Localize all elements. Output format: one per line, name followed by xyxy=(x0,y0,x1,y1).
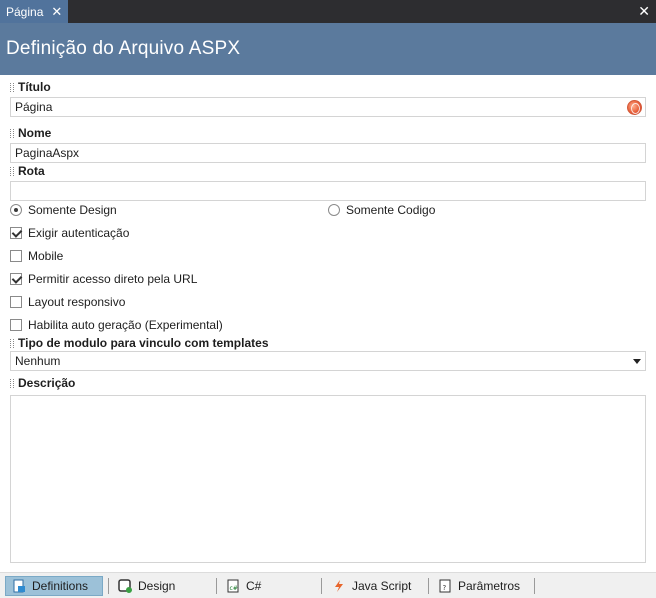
radio-button[interactable] xyxy=(328,204,340,216)
module-type-selected: Nenhum xyxy=(15,354,61,368)
nome-input[interactable] xyxy=(10,143,646,163)
tab-csharp[interactable]: c# C# xyxy=(220,576,320,596)
tab-definitions[interactable]: Definitions xyxy=(5,576,103,596)
titulo-label: Título xyxy=(10,80,51,94)
checkbox-label: Mobile xyxy=(28,249,64,263)
document-tab[interactable]: Página ✕ xyxy=(0,0,68,23)
checkbox-label: Permitir acesso direto pela URL xyxy=(28,272,198,286)
javascript-icon xyxy=(332,579,346,593)
close-icon[interactable]: ✕ xyxy=(51,5,62,18)
tab-separator xyxy=(321,578,322,594)
descricao-label: Descrição xyxy=(10,376,75,390)
checkbox[interactable] xyxy=(10,250,22,262)
tab-separator xyxy=(428,578,429,594)
nome-label-text: Nome xyxy=(18,126,52,140)
globe-icon[interactable] xyxy=(627,100,642,115)
tab-separator xyxy=(108,578,109,594)
tab-label: Parâmetros xyxy=(458,579,521,593)
checkbox-exigir-autenticacao[interactable]: Exigir autenticação xyxy=(10,225,129,241)
radio-somente-codigo[interactable]: Somente Codigo xyxy=(328,202,435,218)
checkbox-mobile[interactable]: Mobile xyxy=(10,248,63,264)
document-tab-strip: Página ✕ ✕ xyxy=(0,0,656,23)
checkbox-label: Layout responsivo xyxy=(28,295,126,309)
module-type-label: Tipo de modulo para vinculo com template… xyxy=(10,336,269,350)
expand-marker-icon xyxy=(10,82,14,92)
module-type-label-text: Tipo de modulo para vinculo com template… xyxy=(18,336,269,350)
svg-text:c#: c# xyxy=(230,585,238,592)
checkbox-label: Habilita auto geração (Experimental) xyxy=(28,318,223,332)
tab-label: C# xyxy=(246,579,262,593)
rota-label: Rota xyxy=(10,164,45,178)
tab-design[interactable]: Design xyxy=(112,576,212,596)
checkbox[interactable] xyxy=(10,296,22,308)
rota-label-text: Rota xyxy=(18,164,45,178)
close-window-icon[interactable]: ✕ xyxy=(638,3,650,19)
titulo-label-text: Título xyxy=(18,80,51,94)
document-tab-label: Página xyxy=(6,4,44,19)
checkbox-acesso-direto-url[interactable]: Permitir acesso direto pela URL xyxy=(10,271,197,287)
tab-parametros[interactable]: ? Parâmetros xyxy=(432,576,532,596)
tab-label: Design xyxy=(138,579,176,593)
checkbox[interactable] xyxy=(10,227,22,239)
tab-label: Java Script xyxy=(352,579,412,593)
checkbox[interactable] xyxy=(10,319,22,331)
chevron-down-icon[interactable] xyxy=(633,359,641,364)
definitions-icon xyxy=(12,579,26,593)
radio-somente-design[interactable]: Somente Design xyxy=(10,202,117,218)
page-title: Definição do Arquivo ASPX xyxy=(0,23,656,75)
expand-marker-icon xyxy=(10,128,14,138)
tab-separator xyxy=(534,578,535,594)
rota-input[interactable] xyxy=(10,181,646,201)
expand-marker-icon xyxy=(10,166,14,176)
checkbox-layout-responsivo[interactable]: Layout responsivo xyxy=(10,294,125,310)
descricao-textarea[interactable] xyxy=(10,395,646,563)
csharp-file-icon: c# xyxy=(226,579,240,593)
form-area: Título Nome Rota Somente Design Somente … xyxy=(0,75,656,572)
radio-label: Somente Design xyxy=(28,203,117,217)
parameters-icon: ? xyxy=(438,579,452,593)
bottom-tab-bar: Definitions Design c# C# Java Script ? P… xyxy=(0,572,656,598)
descricao-label-text: Descrição xyxy=(18,376,76,390)
checkbox-auto-geracao[interactable]: Habilita auto geração (Experimental) xyxy=(10,317,223,333)
expand-marker-icon xyxy=(10,378,14,388)
radio-label: Somente Codigo xyxy=(346,203,436,217)
design-icon xyxy=(118,579,132,593)
svg-text:?: ? xyxy=(443,584,447,592)
titulo-input[interactable] xyxy=(10,97,646,117)
tab-label: Definitions xyxy=(32,579,89,593)
expand-marker-icon xyxy=(10,338,14,348)
module-type-select[interactable]: Nenhum xyxy=(10,351,646,371)
nome-label: Nome xyxy=(10,126,51,140)
radio-button[interactable] xyxy=(10,204,22,216)
checkbox[interactable] xyxy=(10,273,22,285)
checkbox-label: Exigir autenticação xyxy=(28,226,130,240)
tab-separator xyxy=(216,578,217,594)
tab-javascript[interactable]: Java Script xyxy=(326,576,426,596)
